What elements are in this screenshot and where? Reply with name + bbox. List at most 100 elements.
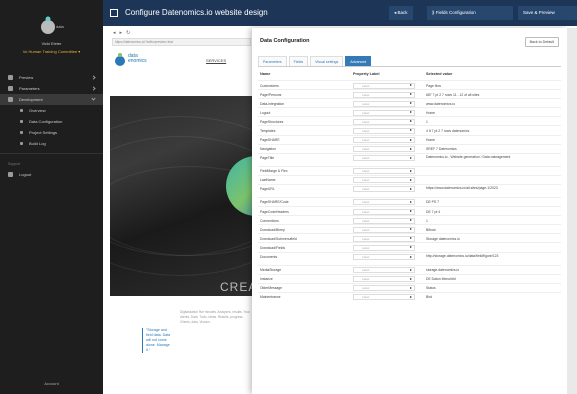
property-select[interactable]: Label [353,186,415,193]
row-name: Instance [260,277,273,282]
table-row: Download/Fields Label [258,242,561,251]
hero-image [110,96,253,296]
account-link[interactable]: Account [0,381,103,386]
save-preview-button[interactable]: Save & Preview [518,6,577,20]
row-value: 1 [426,218,428,223]
property-select[interactable]: Label [353,199,415,206]
property-select[interactable]: Label [353,267,415,273]
property-select[interactable]: Label [353,276,415,283]
gear-icon [8,97,13,102]
sidebar-subitem-label: Project Settings [29,130,58,135]
row-name: PageCodeHeaders [260,209,289,214]
refresh-icon[interactable]: ↻ [126,30,130,36]
user-name: Vicki Eleter [41,41,62,46]
arrow-right-icon [410,111,412,114]
home-icon [20,109,23,112]
property-select[interactable]: Label [353,146,415,153]
fields-configuration-button[interactable]: ⟫ Fields Configuration [427,6,513,20]
column-header-name: Name [260,72,271,76]
row-name: Mainentrance [260,295,281,300]
property-select[interactable]: Label [353,235,415,242]
property-select[interactable]: Label [353,168,415,175]
row-value: Storage datenomics.io [426,236,460,241]
row-name: Data-integration [260,101,285,106]
row-name: PageStructures [260,119,284,124]
row-value: Home [426,110,436,115]
website-preview: ◂ ▸ ↻ https://datenomics.io/?editorprevi… [110,28,256,394]
scrollbar[interactable] [567,28,577,394]
sidebar-item-logout[interactable]: Logout [0,169,103,180]
property-select[interactable]: Label [353,208,415,215]
page-title: Configure Datenomics.io website design [125,8,268,17]
arrow-right-icon [410,178,412,181]
tab-fields[interactable]: Fields [288,56,309,66]
list-icon [20,142,23,145]
property-select[interactable]: Label [353,109,415,116]
property-select[interactable]: Label [353,82,415,89]
sidebar-item-label: Parameters [19,86,40,91]
property-select[interactable]: Label [353,91,415,98]
row-name: PageSHARE [260,138,280,143]
row-value: Home [426,138,436,143]
arrow-right-icon [410,102,412,105]
back-arrow-icon[interactable]: ◂ [113,30,116,36]
tab-parameters[interactable]: Parameters [258,56,287,66]
property-select[interactable]: Label [353,100,415,107]
back-to-default-button[interactable]: Back to Default [524,37,559,47]
site-selector[interactable]: Vo Human Training Committee ▾ [0,49,103,54]
sidebar-subitem-project-settings[interactable]: Project Settings [0,127,103,138]
arrow-right-icon [410,93,412,96]
property-select[interactable]: Label [353,127,415,134]
app-logo-icon: data [41,16,65,34]
sidebar-subitem-label: Data Configuration [29,119,63,124]
row-name: Logout [260,110,271,115]
sidebar-menu: Preview Parameters Development Overview … [0,72,103,180]
property-select[interactable]: Label [353,226,415,233]
row-name: Documents [260,255,278,259]
tab-visual-settings[interactable]: Visual settings [310,56,344,66]
property-select[interactable]: Label [353,118,415,125]
browser-nav: ◂ ▸ ↻ [110,28,253,38]
table-row: Customizers Label Page flow [258,80,561,89]
row-value: www.datenomics.io [426,101,456,106]
sidebar-item-development[interactable]: Development [0,94,103,105]
sliders-icon [8,86,13,91]
url-bar[interactable]: https://datenomics.io/?editorpreview=tru… [112,38,251,46]
property-select[interactable]: Label [353,294,415,301]
row-name: Customizers [260,83,279,88]
row-name: Download/Submenufield [260,236,297,241]
table-row: Download/Submenufield Label Storage dateno… [258,233,561,242]
table-row: Templates Label 4 ft 7 pt 2 7 rows datenom… [258,125,561,134]
sidebar-subitem-overview[interactable]: Overview [0,105,103,116]
property-select[interactable]: Label [353,137,415,144]
arrow-right-icon [410,187,412,190]
expand-icon[interactable] [110,9,118,17]
property-select[interactable]: Label [353,217,415,224]
property-select[interactable]: Label [353,155,415,162]
arrow-right-icon [410,286,412,289]
property-select[interactable]: Label [353,244,415,251]
table-row: PageURL Label https://www.datenomics.io/al… [258,183,561,197]
property-select[interactable]: Label [353,254,415,260]
table-row: PageSHARE Label Home [258,134,561,144]
arrow-right-icon [410,210,412,213]
site-logo-icon [115,53,125,66]
sidebar-subitem-build-log[interactable]: Build Log [0,138,103,149]
property-select[interactable]: Label [353,285,415,292]
divider [0,153,103,154]
back-button[interactable]: ◂ Back [389,6,413,20]
table-row: OlderMessage Label Status [258,282,561,292]
site-nav-link[interactable]: SERVICES [206,58,226,63]
table-row: PageCodeHeaders Label DE 7 pt 4 [258,206,561,215]
forward-arrow-icon[interactable]: ▸ [120,30,123,36]
sidebar-item-parameters[interactable]: Parameters [0,83,103,94]
property-select[interactable]: Label [353,177,415,184]
sidebar-subitem-data-configuration[interactable]: Data Configuration [0,116,103,127]
tab-advanced[interactable]: Advanced [345,56,372,66]
row-value: 1 [426,119,428,124]
site-logo-text: data enomics [128,53,147,64]
arrow-right-icon [410,268,412,271]
table-row: Mainentrance Label Bird [258,291,561,301]
arrow-right-icon [410,156,412,159]
sidebar-item-preview[interactable]: Preview [0,72,103,83]
